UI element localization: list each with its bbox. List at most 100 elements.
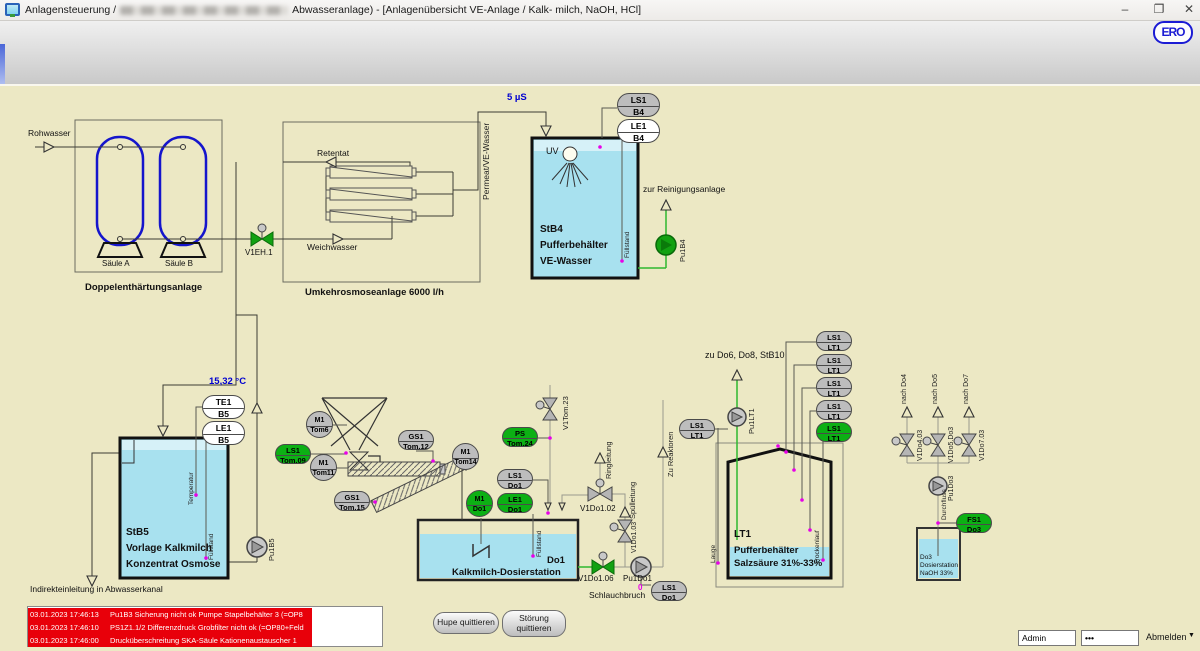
- valve-v1eh1-label: V1EH.1: [245, 248, 273, 257]
- alarm-text: Drucküberschreitung SKA-Säule Kationenau…: [110, 634, 297, 647]
- stb4-medium: VE-Wasser: [540, 256, 592, 267]
- minimize-button[interactable]: –: [1112, 0, 1138, 19]
- softener-column-b[interactable]: [160, 137, 206, 245]
- valve-v1do102[interactable]: [588, 479, 612, 501]
- sensor-ls1-lt1-1[interactable]: LS1LT1: [816, 331, 852, 351]
- alarm-time: 03.01.2023 17:46:10: [28, 621, 110, 634]
- rohwasser-label: Rohwasser: [28, 128, 71, 138]
- motor-tag: M1: [467, 496, 492, 506]
- sensor-ls1-lt1-3[interactable]: LS1LT1: [816, 377, 852, 397]
- sensor-ls1-lt1-4[interactable]: LS1LT1: [816, 400, 852, 420]
- sensor-ps-tom24[interactable]: PSTom.24: [502, 427, 538, 447]
- sensor-tag: LS1: [817, 378, 851, 389]
- sensor-le1-b5[interactable]: LE1B5: [202, 421, 245, 445]
- conductivity-value: 5 µS: [507, 92, 527, 103]
- motor-loc: Do1: [473, 506, 486, 513]
- sensor-loc: B5: [218, 409, 229, 419]
- schlauchbruch-value: 0: [638, 583, 642, 592]
- sensor-gs1-tom15[interactable]: GS1Tom.15: [334, 491, 370, 511]
- alarm-row[interactable]: 03.01.2023 17:46:10PS1Z1.1/2 Differenzdr…: [28, 621, 312, 634]
- chevron-down-icon[interactable]: ▼: [1188, 632, 1195, 639]
- toolbar: [0, 21, 1200, 84]
- valve-v1tom23[interactable]: [536, 398, 557, 420]
- column-a-label: Säule A: [102, 259, 130, 268]
- alarm-list: 03.01.2023 17:46:13Pu1B3 Sicherung nicht…: [27, 606, 383, 647]
- do1-type: Kalkmilch-Dosierstation: [452, 567, 561, 578]
- do3-name: Do3: [920, 554, 932, 561]
- window-edge-decoration: [0, 44, 5, 84]
- sensor-tag: LS1: [652, 582, 686, 593]
- alarm-row[interactable]: 03.01.2023 17:46:13Pu1B3 Sicherung nicht…: [28, 608, 312, 621]
- sensor-ls1-b4[interactable]: LS1B4: [617, 93, 660, 117]
- valve-v1do106[interactable]: [592, 552, 614, 574]
- valve-v1do5do3[interactable]: [923, 434, 945, 456]
- sensor-le1-do1[interactable]: LE1Do1: [497, 493, 533, 513]
- sensor-loc: Do1: [508, 505, 522, 513]
- to-cleaning-label: zur Reinigungsanlage: [643, 184, 725, 194]
- sensor-ls1-lt1-left[interactable]: LS1LT1: [679, 419, 715, 439]
- sensor-tag: LS1: [618, 94, 659, 107]
- sensor-loc: B5: [218, 435, 229, 445]
- lt1-to-label: zu Do6, Do8, StB10: [705, 350, 785, 360]
- username-input[interactable]: [1018, 630, 1076, 646]
- sensor-loc: Tom.15: [339, 503, 365, 511]
- stb5-line2: Vorlage Kalkmilch: [126, 543, 212, 554]
- pump-pu1b4[interactable]: [656, 235, 676, 255]
- sensor-tag: LS1: [680, 420, 714, 431]
- motor-m1-tom14[interactable]: M1Tom14: [452, 443, 479, 470]
- alarm-time: 03.01.2023 17:46:13: [28, 608, 110, 621]
- stb5-temperature-value: 15,32 °C: [209, 376, 246, 387]
- sensor-loc: Do3: [967, 525, 981, 533]
- pump-pu1lt1[interactable]: [728, 408, 746, 426]
- valve-v1do703[interactable]: [954, 434, 976, 456]
- pump-pu1b5[interactable]: [247, 537, 267, 557]
- close-button[interactable]: ✕: [1176, 0, 1200, 19]
- alarm-text: PS1Z1.1/2 Differenzdruck Grobfilter nich…: [110, 621, 304, 634]
- zu-reaktoren-label: Zu Reaktoren: [666, 432, 675, 477]
- valve-v1do103[interactable]: [610, 520, 632, 542]
- valve-v1do403[interactable]: [892, 434, 914, 456]
- motor-m1-do1[interactable]: M1Do1: [466, 490, 493, 517]
- sensor-te1-b5[interactable]: TE1B5: [202, 395, 245, 419]
- logout-label[interactable]: Abmelden: [1146, 632, 1187, 642]
- sensor-ls1-lt1-2[interactable]: LS1LT1: [816, 354, 852, 374]
- sensor-tag: LS1: [817, 401, 851, 412]
- motor-loc: Tom14: [454, 459, 476, 466]
- stb5-temp-label: Temperatur: [188, 472, 195, 505]
- motor-m1-tom6[interactable]: M1Tom6: [306, 411, 333, 438]
- valve-v1eh1[interactable]: [251, 224, 273, 246]
- ringleitung-label: Ringleitung: [604, 441, 613, 479]
- softener-column-a[interactable]: [97, 137, 143, 245]
- pump-pu1do3-label: Pu1Do3: [948, 476, 955, 501]
- alarm-row[interactable]: 03.01.2023 17:46:00Drucküberschreitung S…: [28, 634, 312, 647]
- sensor-tag: LS1: [817, 355, 851, 366]
- sensor-gs1-tom12[interactable]: GS1Tom.12: [398, 430, 434, 450]
- maximize-button[interactable]: ❐: [1146, 0, 1172, 19]
- sensor-tag: LE1: [618, 120, 659, 133]
- pump-pu1b5-label: Pu1B5: [267, 538, 276, 561]
- stb4-type: Pufferbehälter: [540, 240, 608, 251]
- window-title: Anlagensteuerung / Abwasseranlage) - [An…: [25, 4, 641, 16]
- sensor-ls1-lt1-5[interactable]: LS1LT1: [816, 422, 852, 442]
- sensor-loc: Tom.24: [507, 439, 533, 447]
- hupe-quittieren-button[interactable]: Hupe quittieren: [433, 612, 499, 634]
- pump-pu1b4-label: Pu1B4: [678, 239, 687, 262]
- password-input[interactable]: [1081, 630, 1139, 646]
- sensor-tag: LE1: [203, 422, 244, 435]
- valve-v1tom23-label: V1Tom.23: [561, 396, 570, 430]
- sensor-loc: Do1: [508, 481, 522, 489]
- sensor-ls1-do1-schlauchbruch[interactable]: LS1Do1: [651, 581, 687, 601]
- sensor-tag: GS1: [335, 492, 369, 503]
- alarm-time: 03.01.2023 17:46:00: [28, 634, 110, 647]
- softener-title: Doppelenthärtungsanlage: [85, 282, 202, 293]
- sensor-tag: LE1: [498, 494, 532, 505]
- sensor-tag: LS1: [817, 332, 851, 343]
- sensor-ls1-tom09[interactable]: LS1Tom.09: [275, 444, 311, 464]
- motor-m1-tom11[interactable]: M1Tom11: [310, 454, 337, 481]
- sensor-fs1-do3[interactable]: FS1Do3: [956, 513, 992, 533]
- sensor-loc: LT1: [828, 412, 841, 420]
- sensor-le1-b4[interactable]: LE1B4: [617, 119, 660, 143]
- sensor-loc: Tom.09: [280, 456, 306, 464]
- stoerung-quittieren-button[interactable]: Störung quittieren: [502, 610, 566, 637]
- sensor-ls1-do1[interactable]: LS1Do1: [497, 469, 533, 489]
